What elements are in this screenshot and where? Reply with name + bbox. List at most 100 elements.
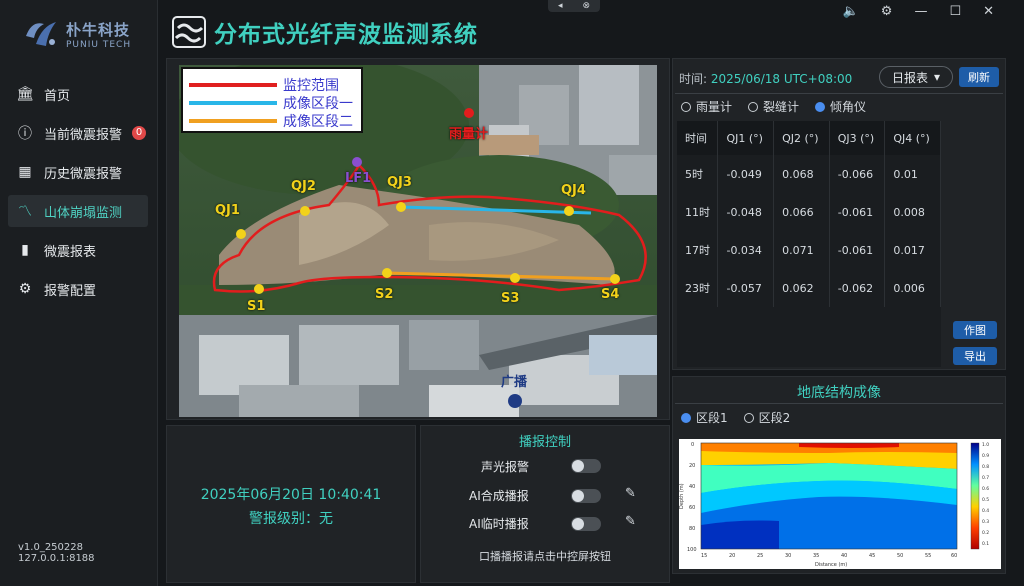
panel-title: 地底结构成像 xyxy=(797,385,881,401)
sidebar-item-current-alarm[interactable]: ⓘ 当前微震报警 0 xyxy=(8,117,148,149)
y-tick: 100 xyxy=(687,547,697,553)
sound-light-alarm-toggle[interactable] xyxy=(571,459,601,473)
legend-item-section-2: 成像区段二 xyxy=(189,111,353,131)
x-tick: 60 xyxy=(951,553,957,559)
chevron-down-icon: ▾ xyxy=(933,70,941,84)
table-empty-area xyxy=(677,307,941,367)
cbar-tick: 0.9 xyxy=(982,453,989,459)
lf1-label: LF1 xyxy=(345,171,372,186)
table-cell: 17时 xyxy=(677,231,719,269)
minimize-button[interactable]: — xyxy=(914,4,927,19)
qj2-label: QJ2 xyxy=(291,179,316,194)
radio-section-1[interactable]: 区段1 xyxy=(681,409,728,426)
inclinometer-table: 时间 QJ1 (°) QJ2 (°) QJ3 (°) QJ4 (°) 5时 -0… xyxy=(677,121,941,307)
x-tick: 15 xyxy=(701,553,707,559)
radio-inclinometer[interactable]: 倾角仪 xyxy=(815,98,866,115)
sidebar-item-home[interactable]: 🏛 首页 xyxy=(8,78,148,110)
cursor-icon[interactable]: ◂ xyxy=(558,1,563,11)
radio-dot xyxy=(748,101,759,112)
ai-synth-broadcast-toggle[interactable] xyxy=(571,489,601,503)
legend-label: 成像区段二 xyxy=(283,114,353,130)
qj4-label: QJ4 xyxy=(561,183,586,198)
table-header-row: 时间 QJ1 (°) QJ2 (°) QJ3 (°) QJ4 (°) xyxy=(677,121,941,155)
app-window: ◂ ⊗ 🔈 ⚙ — ☐ ✕ 朴牛科技 PUNIU TECH 🏛 首页 ⓘ 当前微… xyxy=(0,0,1024,586)
floating-toolbar[interactable]: ◂ ⊗ xyxy=(548,0,600,12)
radio-rain-gauge[interactable]: 雨量计 xyxy=(681,98,732,115)
s1-label: S1 xyxy=(247,299,266,314)
subsurface-imaging-panel: 地底结构成像 区段1 区段2 0 20 40 60 80 100 15 20 2… xyxy=(672,376,1006,574)
legend-item-section-1: 成像区段一 xyxy=(189,93,353,113)
report-time: 时间: 2025/06/18 UTC+08:00 xyxy=(679,70,852,87)
window-controls: 🔈 ⚙ — ☐ ✕ xyxy=(824,0,1024,22)
edit-icon[interactable]: ✎ xyxy=(625,514,636,529)
edit-icon[interactable]: ✎ xyxy=(625,486,636,501)
y-tick: 0 xyxy=(691,442,694,448)
status-panel: 2025年06月20日 10:40:41 警报级别：无 xyxy=(166,425,416,583)
divider xyxy=(675,93,1003,94)
x-tick: 35 xyxy=(813,553,819,559)
x-tick: 30 xyxy=(785,553,791,559)
x-axis-label: Distance (m) xyxy=(815,562,847,568)
qj3-label: QJ3 xyxy=(387,175,412,190)
map-panel: 监控范围 成像区段一 成像区段二 雨量计 LF1 QJ1 QJ2 QJ3 QJ4… xyxy=(166,58,670,420)
cbar-tick: 0.3 xyxy=(982,519,989,525)
period-select[interactable]: 日报表 ▾ xyxy=(879,66,953,88)
cbar-tick: 0.6 xyxy=(982,486,989,492)
aerial-photo[interactable]: 监控范围 成像区段一 成像区段二 雨量计 LF1 QJ1 QJ2 QJ3 QJ4… xyxy=(179,65,657,417)
alarm-count-badge: 0 xyxy=(132,126,147,140)
current-datetime: 2025年06月20日 10:40:41 xyxy=(200,487,382,503)
speaker-icon[interactable]: 🔈 xyxy=(843,4,859,19)
time-label: 时间: xyxy=(679,72,708,86)
x-tick: 50 xyxy=(897,553,903,559)
imaging-heatmap: 0 20 40 60 80 100 15 20 25 30 35 40 45 5… xyxy=(679,439,1001,569)
s2-label: S2 xyxy=(375,287,394,302)
sidebar-item-report[interactable]: ▮ 微震报表 xyxy=(8,234,148,266)
close-icon[interactable]: ⊗ xyxy=(582,1,590,11)
radio-label: 倾角仪 xyxy=(830,100,867,114)
sidebar-item-label: 首页 xyxy=(44,88,71,104)
radio-dot-selected xyxy=(815,101,826,112)
x-tick: 55 xyxy=(925,553,931,559)
table-row: 17时 -0.034 0.071 -0.061 0.017 xyxy=(677,231,941,269)
ai-temp-broadcast-toggle[interactable] xyxy=(571,517,601,531)
broadcast-label: 广播 xyxy=(501,375,528,390)
cbar-tick: 0.8 xyxy=(982,464,989,470)
table-cell: 0.066 xyxy=(773,193,830,231)
x-tick: 25 xyxy=(757,553,763,559)
plot-button[interactable]: 作图 xyxy=(953,321,997,339)
radio-dot xyxy=(743,412,754,423)
radio-label: 区段1 xyxy=(696,411,728,425)
y-tick: 40 xyxy=(689,484,695,490)
sidebar-item-collapse-monitor[interactable]: 〽 山体崩塌监测 xyxy=(8,195,148,227)
y-tick: 80 xyxy=(689,526,695,532)
table-cell: -0.048 xyxy=(717,193,775,231)
radio-section-2[interactable]: 区段2 xyxy=(743,409,791,426)
gear-icon[interactable]: ⚙ xyxy=(881,4,893,19)
radio-dot-selected xyxy=(681,412,691,423)
chart-search-icon: 〽 xyxy=(18,204,32,220)
maximize-button[interactable]: ☐ xyxy=(949,4,961,19)
gear-icon: ⚙ xyxy=(18,281,32,297)
table-row: 11时 -0.048 0.066 -0.061 0.008 xyxy=(677,193,941,231)
logo: 朴牛科技 PUNIU TECH xyxy=(22,14,142,54)
x-tick: 45 xyxy=(869,553,875,559)
s4-label: S4 xyxy=(601,287,620,302)
legend-label: 监控范围 xyxy=(283,78,339,94)
radio-label: 雨量计 xyxy=(696,100,733,114)
bar-chart-icon: ▮ xyxy=(21,242,29,258)
close-button[interactable]: ✕ xyxy=(983,4,994,19)
radio-label: 区段2 xyxy=(758,411,791,425)
sidebar-item-history-alarm[interactable]: ▦ 历史微震报警 xyxy=(8,156,148,188)
refresh-button[interactable]: 刷新 xyxy=(959,67,999,87)
radio-crack-gauge[interactable]: 裂缝计 xyxy=(748,98,799,115)
table-cell: 0.071 xyxy=(773,231,830,269)
wave-logo-icon xyxy=(172,16,206,48)
table-cell: -0.061 xyxy=(829,231,886,269)
table-cell: 11时 xyxy=(677,193,719,231)
export-button[interactable]: 导出 xyxy=(953,347,997,365)
page-title: 分布式光纤声波监测系统 xyxy=(214,22,478,48)
sidebar: 朴牛科技 PUNIU TECH 🏛 首页 ⓘ 当前微震报警 0 ▦ 历史微震报警… xyxy=(0,0,158,586)
y-tick: 20 xyxy=(689,463,695,469)
sidebar-item-alarm-config[interactable]: ⚙ 报警配置 xyxy=(8,273,148,305)
radio-dot xyxy=(681,101,691,112)
